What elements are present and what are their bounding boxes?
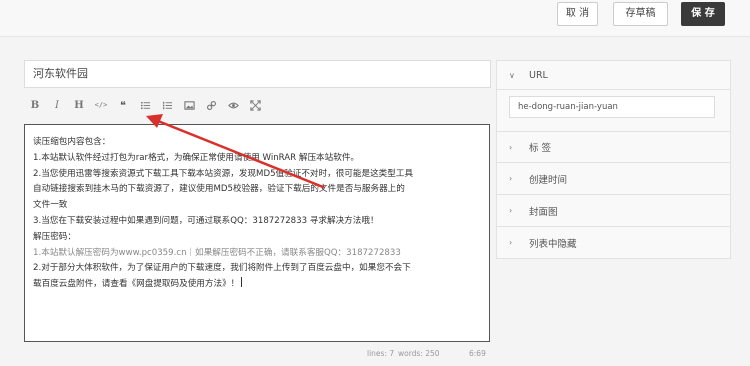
heading-icon[interactable]: H bbox=[68, 96, 90, 114]
content-editor[interactable]: 读压缩包内容包含： 1.本站默认软件经过打包为rar格式，为确保正常使用请使用 … bbox=[24, 124, 490, 342]
italic-icon[interactable]: I bbox=[46, 96, 68, 114]
editor-line: 3.当您在下载安装过程中如果遇到问题，可通过联系QQ：3187272833 寻求… bbox=[33, 215, 379, 226]
chevron-right-icon: › bbox=[509, 174, 513, 183]
url-panel-toggle[interactable]: ∨ URL bbox=[496, 60, 731, 90]
top-bar: 取 消 存草稿 保 存 bbox=[0, 0, 750, 37]
quote-icon[interactable]: ❝ bbox=[112, 96, 134, 114]
settings-sidebar: ∨ URL he-dong-ruan-jian-yuan › 标 签 › 创建时… bbox=[496, 60, 731, 259]
url-panel-body: he-dong-ruan-jian-yuan bbox=[496, 90, 731, 132]
bold-icon[interactable]: B bbox=[24, 96, 46, 114]
editor-line: 解压密码： bbox=[33, 231, 76, 242]
chevron-down-icon: ∨ bbox=[509, 70, 515, 80]
image-icon[interactable] bbox=[178, 96, 200, 114]
cursor-position: 6:69 bbox=[469, 349, 486, 358]
editor-line-last: 载百度云盘附件，请查看《网盘提取码及使用方法》！ bbox=[33, 277, 481, 293]
editor-line-text: 载百度云盘附件，请查看《网盘提取码及使用方法》！ bbox=[33, 279, 240, 290]
word-count: words: 250 bbox=[398, 349, 440, 358]
url-panel-label: URL bbox=[529, 69, 548, 81]
code-icon[interactable]: </> bbox=[90, 96, 112, 114]
editor-line: 自动链接搜索到挂木马的下载资源了，建议使用MD5校验器，验证下载后的文件是否与服… bbox=[33, 184, 405, 195]
cover-image-panel-toggle[interactable]: › 封面图 bbox=[496, 195, 731, 227]
chevron-right-icon: › bbox=[509, 206, 513, 215]
editor-toolbar: B I H </> ❝ bbox=[24, 96, 324, 114]
preview-icon[interactable] bbox=[222, 96, 244, 114]
text-cursor bbox=[241, 277, 243, 288]
fullscreen-icon[interactable] bbox=[244, 96, 266, 114]
link-icon[interactable] bbox=[200, 96, 222, 114]
editor-line: 1.本站默认软件经过打包为rar格式，为确保正常使用请使用 WinRAR 解压本… bbox=[33, 152, 360, 163]
editor-line: 读压缩包内容包含： bbox=[33, 137, 111, 147]
created-time-panel-toggle[interactable]: › 创建时间 bbox=[496, 163, 731, 195]
url-slug-input[interactable]: he-dong-ruan-jian-yuan bbox=[509, 96, 715, 118]
editor-line: 2.对于部分大体积软件，为了保证用户的下载速度，我们将附件上传到了百度云盘中，如… bbox=[33, 263, 411, 274]
chevron-right-icon: › bbox=[509, 238, 513, 247]
chevron-right-icon: › bbox=[509, 142, 513, 152]
unordered-list-icon[interactable] bbox=[134, 96, 156, 114]
cancel-button[interactable]: 取 消 bbox=[557, 2, 598, 26]
editor-line: 2.当您使用迅雷等搜索资源式下载工具下载本站资源，发现MD5值验证不对时，很可能… bbox=[33, 168, 414, 179]
editor-line: 文件一致 bbox=[33, 200, 68, 211]
ordered-list-icon[interactable] bbox=[156, 96, 178, 114]
tags-panel-label: 标 签 bbox=[529, 143, 552, 154]
hide-in-list-panel-label: 列表中隐藏 bbox=[529, 238, 577, 250]
cover-image-panel-label: 封面图 bbox=[529, 206, 558, 218]
save-button[interactable]: 保 存 bbox=[681, 2, 725, 26]
save-draft-button[interactable]: 存草稿 bbox=[613, 2, 668, 26]
editor-line: 1.本站默认解压密码为www.pc0359.cn｜如果解压密码不正确，请联系客服… bbox=[33, 247, 401, 258]
title-input[interactable]: 河东软件园 bbox=[24, 60, 491, 88]
hide-in-list-panel-toggle[interactable]: › 列表中隐藏 bbox=[496, 227, 731, 259]
tags-panel-toggle[interactable]: › 标 签 bbox=[496, 132, 731, 163]
line-count: lines: 7 bbox=[367, 349, 395, 358]
created-time-panel-label: 创建时间 bbox=[529, 174, 568, 186]
